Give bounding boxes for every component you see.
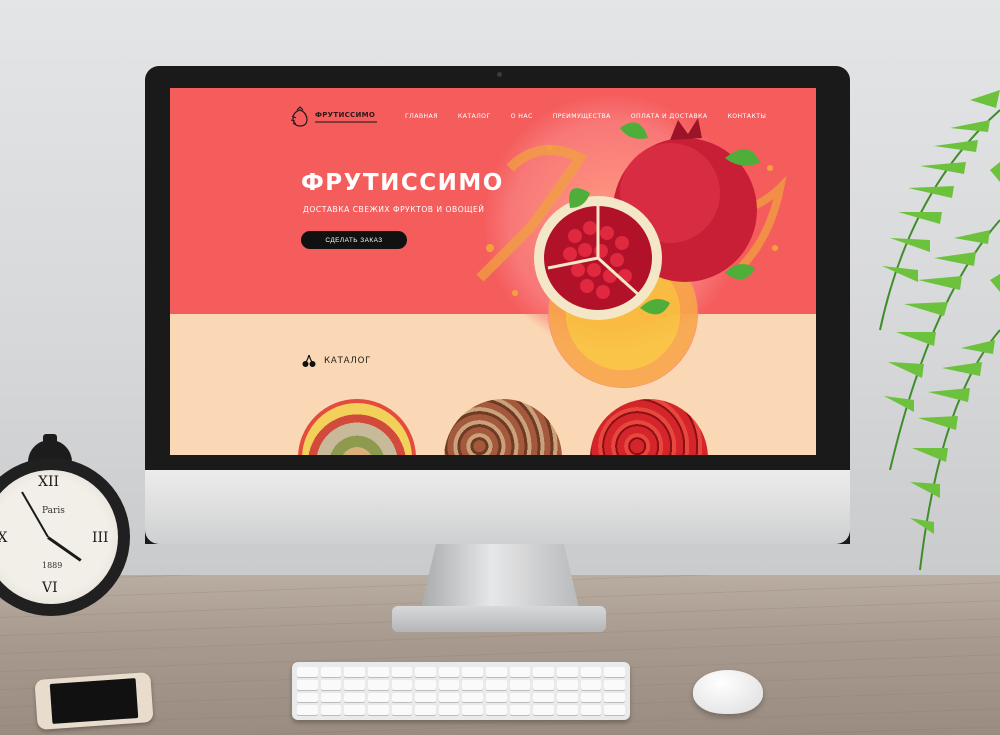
alarm-clock: XII III VI IX Paris 1889 — [0, 434, 130, 616]
smartphone — [34, 672, 154, 730]
site-logo[interactable]: ФРУТИССИМО — [290, 106, 377, 128]
hero-title: ФРУТИССИМО — [301, 170, 504, 196]
clock-numeral-3: III — [92, 530, 109, 546]
clock-numeral-12: XII — [38, 474, 60, 490]
hero-subtitle: ДОСТАВКА СВЕЖИХ ФРУКТОВ И ОВОЩЕЙ — [303, 205, 485, 214]
nav-item-home[interactable]: ГЛАВНАЯ — [395, 113, 448, 120]
monitor-stand — [420, 544, 580, 612]
monitor-foot — [392, 606, 606, 632]
hero-section: ФРУТИССИМО ГЛАВНАЯ КАТАЛОГ О НАС ПРЕИМУЩ… — [170, 88, 816, 388]
phone-screen — [49, 678, 139, 724]
mouse — [693, 670, 763, 714]
clock-year: 1889 — [42, 561, 63, 570]
pomegranate-illustration — [476, 118, 787, 320]
catalog-title: КАТАЛОГ — [324, 356, 372, 366]
clock-numeral-6: VI — [42, 580, 58, 596]
catalog-item-fruit-basket[interactable] — [298, 399, 416, 455]
fern-plant — [879, 90, 1000, 571]
logo-tagline-line — [315, 121, 377, 123]
catalog-item-hazelnuts[interactable] — [444, 399, 562, 455]
website-screen: ФРУТИССИМО ГЛАВНАЯ КАТАЛОГ О НАС ПРЕИМУЩ… — [170, 88, 816, 455]
webcam — [497, 72, 502, 77]
logo-text: ФРУТИССИМО — [315, 111, 377, 123]
keyboard — [292, 662, 630, 720]
clock-numeral-9: IX — [0, 530, 8, 546]
logo-title: ФРУТИССИМО — [315, 111, 376, 119]
catalog-item-strawberries[interactable] — [590, 399, 708, 455]
pomegranate-logo-icon — [290, 106, 308, 127]
cherries-icon — [302, 354, 316, 367]
monitor-chin — [145, 470, 850, 544]
order-button[interactable]: СДЕЛАТЬ ЗАКАЗ — [301, 231, 407, 249]
clock-brand: Paris — [42, 506, 65, 516]
catalog-heading: КАТАЛОГ — [302, 354, 371, 368]
